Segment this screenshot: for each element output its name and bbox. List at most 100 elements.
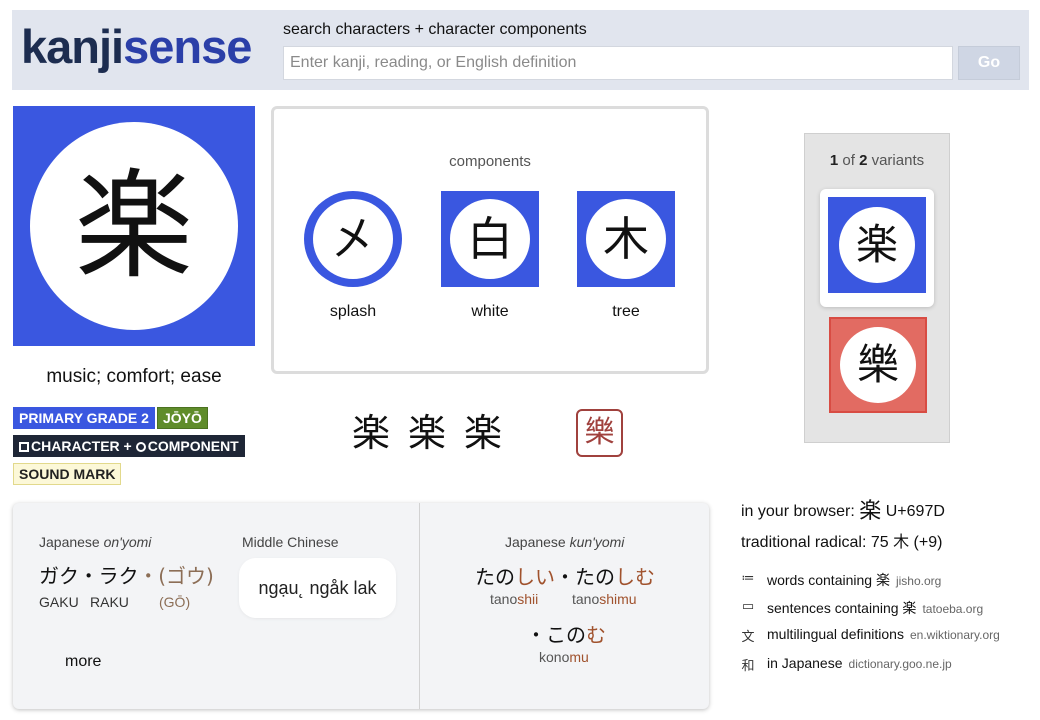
kunyomi-line-2: ・このむ bbox=[526, 619, 606, 648]
link-sentences[interactable]: ▭ sentences containing 楽 tatoeba.org bbox=[741, 598, 1031, 618]
joyo-badge[interactable]: JŌYŌ bbox=[157, 407, 208, 429]
onyomi-title-em: on'yomi bbox=[103, 534, 152, 550]
glyph-font-forms: 楽楽楽 bbox=[352, 411, 521, 455]
component-tree[interactable]: 木 tree bbox=[577, 191, 675, 321]
onyomi-kana: ガク・ラク・(ゴウ) bbox=[39, 560, 214, 589]
kun-okurigana: む bbox=[586, 623, 606, 647]
kun-romaji-stem: tano bbox=[572, 591, 600, 607]
link-label[interactable]: in Japanese bbox=[767, 655, 843, 671]
character-label: CHARACTER + bbox=[31, 438, 132, 454]
variant-tile[interactable]: 楽 bbox=[828, 197, 926, 293]
component-glyph: 白 bbox=[450, 199, 530, 279]
logo-part-kanji: kanji bbox=[21, 20, 124, 73]
grade-badge[interactable]: PRIMARY GRADE 2 bbox=[13, 407, 155, 429]
link-domain[interactable]: dictionary.goo.ne.jp bbox=[849, 657, 952, 671]
variant-glyph: 樂 bbox=[840, 327, 916, 403]
kun-separator: ・ bbox=[526, 623, 546, 647]
site-logo[interactable]: kanjisense bbox=[21, 20, 252, 73]
link-label[interactable]: sentences containing 楽 bbox=[767, 600, 916, 616]
circle-icon bbox=[135, 442, 146, 452]
variant-glyph: 楽 bbox=[839, 207, 915, 283]
component-tile[interactable]: 白 bbox=[441, 191, 539, 287]
traditional-radical: traditional radical: 75 木 (+9) bbox=[741, 534, 943, 551]
seal-script-glyph[interactable]: 樂 bbox=[576, 409, 623, 457]
component-tile[interactable]: 㐅 bbox=[304, 191, 402, 287]
kanji-meaning: music; comfort; ease bbox=[46, 366, 222, 387]
kun-stem: この bbox=[546, 623, 586, 647]
middle-chinese-reading[interactable]: ngạu˛ ngåk lak bbox=[242, 561, 393, 615]
onyomi-kana-extra: ・(ゴウ) bbox=[138, 564, 214, 588]
variants-panel: 1 of 2 variants 楽 樂 bbox=[804, 133, 950, 443]
character-component-badge[interactable]: CHARACTER + COMPONENT bbox=[13, 435, 245, 457]
onyomi-romaji-2: RAKU bbox=[90, 594, 129, 610]
variants-suffix: variants bbox=[871, 152, 925, 169]
search-input[interactable] bbox=[283, 46, 953, 80]
site-header: kanjisense search characters + character… bbox=[12, 10, 1029, 90]
main-kanji-tile: 楽 bbox=[13, 106, 255, 346]
link-domain[interactable]: tatoeba.org bbox=[922, 602, 983, 616]
kun-okurigana: しい bbox=[515, 565, 555, 589]
kun-okurigana: しむ bbox=[615, 565, 655, 589]
onyomi-romaji-1: GAKU bbox=[39, 594, 79, 610]
kun-separator: ・ bbox=[555, 565, 575, 589]
onyomi-romaji-extra: (GŌ) bbox=[159, 594, 191, 610]
kunyomi-line-1: たのしい・たのしむ bbox=[475, 561, 655, 590]
variant-card-selected[interactable]: 楽 bbox=[820, 189, 934, 307]
more-link[interactable]: more bbox=[65, 653, 101, 671]
main-kanji-glyph: 楽 bbox=[30, 122, 238, 330]
search-label: search characters + character components bbox=[283, 21, 587, 38]
component-tile[interactable]: 木 bbox=[577, 191, 675, 287]
kunyomi-title-prefix: Japanese bbox=[505, 534, 570, 550]
kun-romaji-1: tanoshii bbox=[490, 591, 538, 607]
onyomi-title-prefix: Japanese bbox=[39, 534, 104, 550]
square-icon bbox=[19, 442, 29, 452]
kun-romaji-ok: shimu bbox=[599, 591, 637, 607]
variants-count: 1 of 2 variants bbox=[805, 152, 949, 169]
go-button[interactable]: Go bbox=[958, 46, 1020, 80]
browser-rendering: in your browser: 楽 U+697D bbox=[741, 493, 945, 525]
link-japanese[interactable]: 和 in Japanese dictionary.goo.ne.jp bbox=[741, 655, 1031, 675]
codepoint: U+697D bbox=[885, 503, 945, 520]
kun-romaji-stem: kono bbox=[539, 649, 570, 665]
onyomi-kana-main: ガク・ラク bbox=[39, 564, 139, 588]
kun-romaji-2: tanoshimu bbox=[572, 591, 637, 607]
component-label: tree bbox=[612, 303, 640, 320]
kun-romaji-ok: mu bbox=[569, 649, 589, 665]
kun-stem: たの bbox=[475, 565, 515, 589]
kun-romaji-ok: shii bbox=[517, 591, 539, 607]
sound-mark-badge[interactable]: SOUND MARK bbox=[13, 463, 122, 485]
variants-total: 2 bbox=[859, 152, 868, 169]
browser-label: in your browser: bbox=[741, 503, 855, 520]
readings-card: Japanese on'yomi ガク・ラク・(ゴウ) GAKU RAKU (G… bbox=[13, 503, 709, 709]
variants-current: 1 bbox=[829, 152, 839, 169]
link-domain[interactable]: jisho.org bbox=[896, 574, 941, 588]
browser-glyph: 楽 bbox=[859, 499, 882, 524]
middle-chinese-title: Middle Chinese bbox=[242, 534, 339, 550]
component-label: splash bbox=[329, 303, 377, 320]
component-label: white bbox=[471, 303, 509, 320]
link-domain[interactable]: en.wiktionary.org bbox=[910, 628, 1000, 642]
logo-part-sense: sense bbox=[123, 20, 252, 73]
component-splash[interactable]: 㐅 splash bbox=[304, 191, 402, 321]
link-label[interactable]: words containing 楽 bbox=[767, 572, 890, 588]
speech-bubble-icon: ▭ bbox=[741, 598, 755, 613]
link-multilingual[interactable]: 文 multilingual definitions en.wiktionary.… bbox=[741, 626, 1031, 646]
components-title: components bbox=[449, 153, 531, 170]
variants-of: of bbox=[842, 152, 855, 169]
kunyomi-title-em: kun'yomi bbox=[569, 534, 625, 550]
translate-icon: 文 bbox=[741, 629, 755, 644]
readings-divider bbox=[419, 503, 420, 709]
japanese-icon: 和 bbox=[741, 658, 755, 673]
kunyomi-title: Japanese kun'yomi bbox=[505, 534, 624, 550]
kun-stem: たの bbox=[575, 565, 615, 589]
variant-tile-traditional[interactable]: 樂 bbox=[829, 317, 927, 413]
link-label[interactable]: multilingual definitions bbox=[767, 626, 904, 642]
link-words[interactable]: ≔ words containing 楽 jisho.org bbox=[741, 570, 1031, 590]
component-label: COMPONENT bbox=[147, 438, 239, 454]
kun-romaji-stem: tano bbox=[490, 591, 518, 607]
component-glyph: 㐅 bbox=[313, 199, 393, 279]
list-icon: ≔ bbox=[741, 570, 755, 585]
component-white[interactable]: 白 white bbox=[441, 191, 539, 321]
onyomi-title: Japanese on'yomi bbox=[39, 534, 151, 550]
kun-romaji-3: konomu bbox=[539, 649, 589, 665]
